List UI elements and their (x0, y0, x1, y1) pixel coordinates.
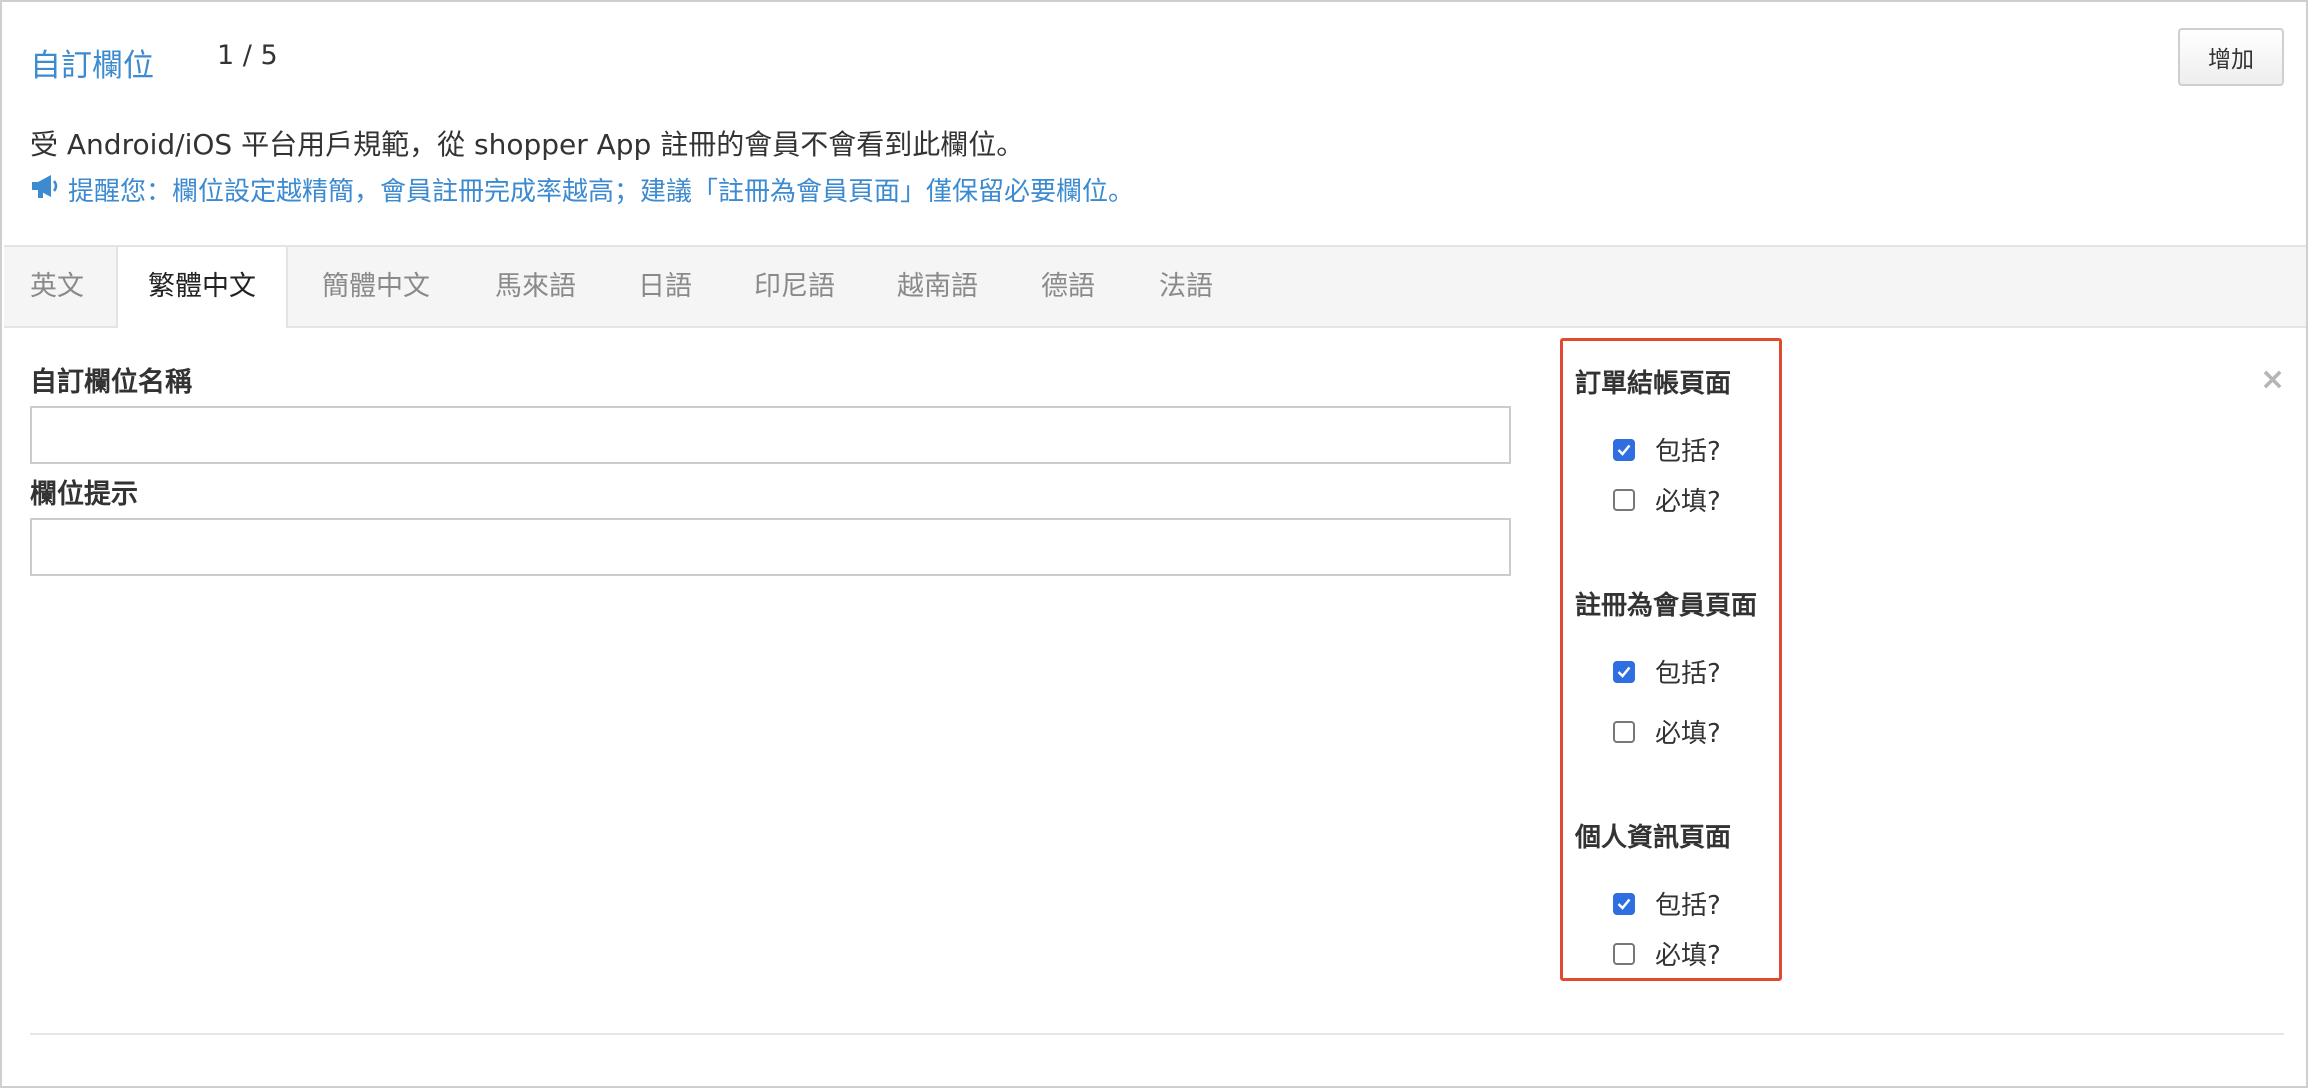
section-heading-profile: 個人資訊頁面 (1575, 823, 1732, 853)
field-counter: 1 / 5 (217, 40, 278, 71)
megaphone-icon (30, 173, 68, 206)
checkout-required-label: 必填? (1655, 487, 1721, 517)
reminder-text: 提醒您：欄位設定越精簡，會員註冊完成率越高；建議「註冊為會員頁面」僅保留必要欄位… (68, 177, 1135, 207)
register-include-option[interactable]: 包括? (1613, 653, 1721, 690)
field-name-label: 自訂欄位名稱 (30, 367, 192, 398)
tab-vietnamese[interactable]: 越南語 (897, 247, 978, 326)
tab-german[interactable]: 德語 (1041, 247, 1095, 326)
checkout-include-checkbox[interactable] (1613, 438, 1635, 461)
tab-malay[interactable]: 馬來語 (495, 247, 576, 326)
bottom-divider (30, 1033, 2284, 1035)
checkout-required-checkbox[interactable] (1613, 488, 1635, 511)
checkout-include-option[interactable]: 包括? (1613, 431, 1721, 468)
tab-traditional-chinese[interactable]: 繁體中文 (116, 247, 288, 328)
field-hint-input[interactable] (30, 518, 1511, 576)
profile-required-option[interactable]: 必填? (1613, 935, 1721, 972)
page-title: 自訂欄位 (30, 48, 154, 84)
section-heading-register: 註冊為會員頁面 (1575, 591, 1758, 621)
tab-english[interactable]: 英文 (30, 247, 84, 326)
register-required-checkbox[interactable] (1613, 720, 1635, 743)
reminder-notice: 提醒您：欄位設定越精簡，會員註冊完成率越高；建議「註冊為會員頁面」僅保留必要欄位… (30, 171, 1134, 208)
register-include-label: 包括? (1655, 659, 1721, 689)
checkout-include-label: 包括? (1655, 437, 1721, 467)
register-required-option[interactable]: 必填? (1613, 713, 1721, 750)
tab-japanese[interactable]: 日語 (638, 247, 692, 326)
add-button[interactable]: 增加 (2178, 28, 2284, 86)
tab-indonesian[interactable]: 印尼語 (754, 247, 835, 326)
check-icon (1617, 666, 1631, 678)
tab-simplified-chinese[interactable]: 簡體中文 (322, 247, 430, 326)
tab-french[interactable]: 法語 (1159, 247, 1213, 326)
profile-include-option[interactable]: 包括? (1613, 885, 1721, 922)
language-tabs: 英文 繁體中文 簡體中文 馬來語 日語 印尼語 越南語 德語 法語 (4, 245, 2306, 328)
profile-required-label: 必填? (1655, 941, 1721, 971)
check-icon (1617, 898, 1631, 910)
field-hint-label: 欄位提示 (30, 479, 138, 510)
register-include-checkbox[interactable] (1613, 660, 1635, 683)
field-name-input[interactable] (30, 406, 1511, 464)
custom-field-card: 自訂欄位 1 / 5 增加 受 Android/iOS 平台用戶規範，從 sho… (0, 0, 2308, 1088)
checkout-required-option[interactable]: 必填? (1613, 481, 1721, 518)
page-visibility-panel: 訂單結帳頁面 包括? 必填? 註冊為會員頁面 包括? 必填? 個人資訊頁面 包括… (1560, 338, 1782, 981)
platform-notice: 受 Android/iOS 平台用戶規範，從 shopper App 註冊的會員… (30, 128, 1025, 161)
close-icon[interactable]: × (2260, 362, 2285, 397)
section-heading-checkout: 訂單結帳頁面 (1575, 369, 1732, 399)
profile-required-checkbox[interactable] (1613, 942, 1635, 965)
profile-include-label: 包括? (1655, 891, 1721, 921)
profile-include-checkbox[interactable] (1613, 892, 1635, 915)
check-icon (1617, 444, 1631, 456)
register-required-label: 必填? (1655, 719, 1721, 749)
